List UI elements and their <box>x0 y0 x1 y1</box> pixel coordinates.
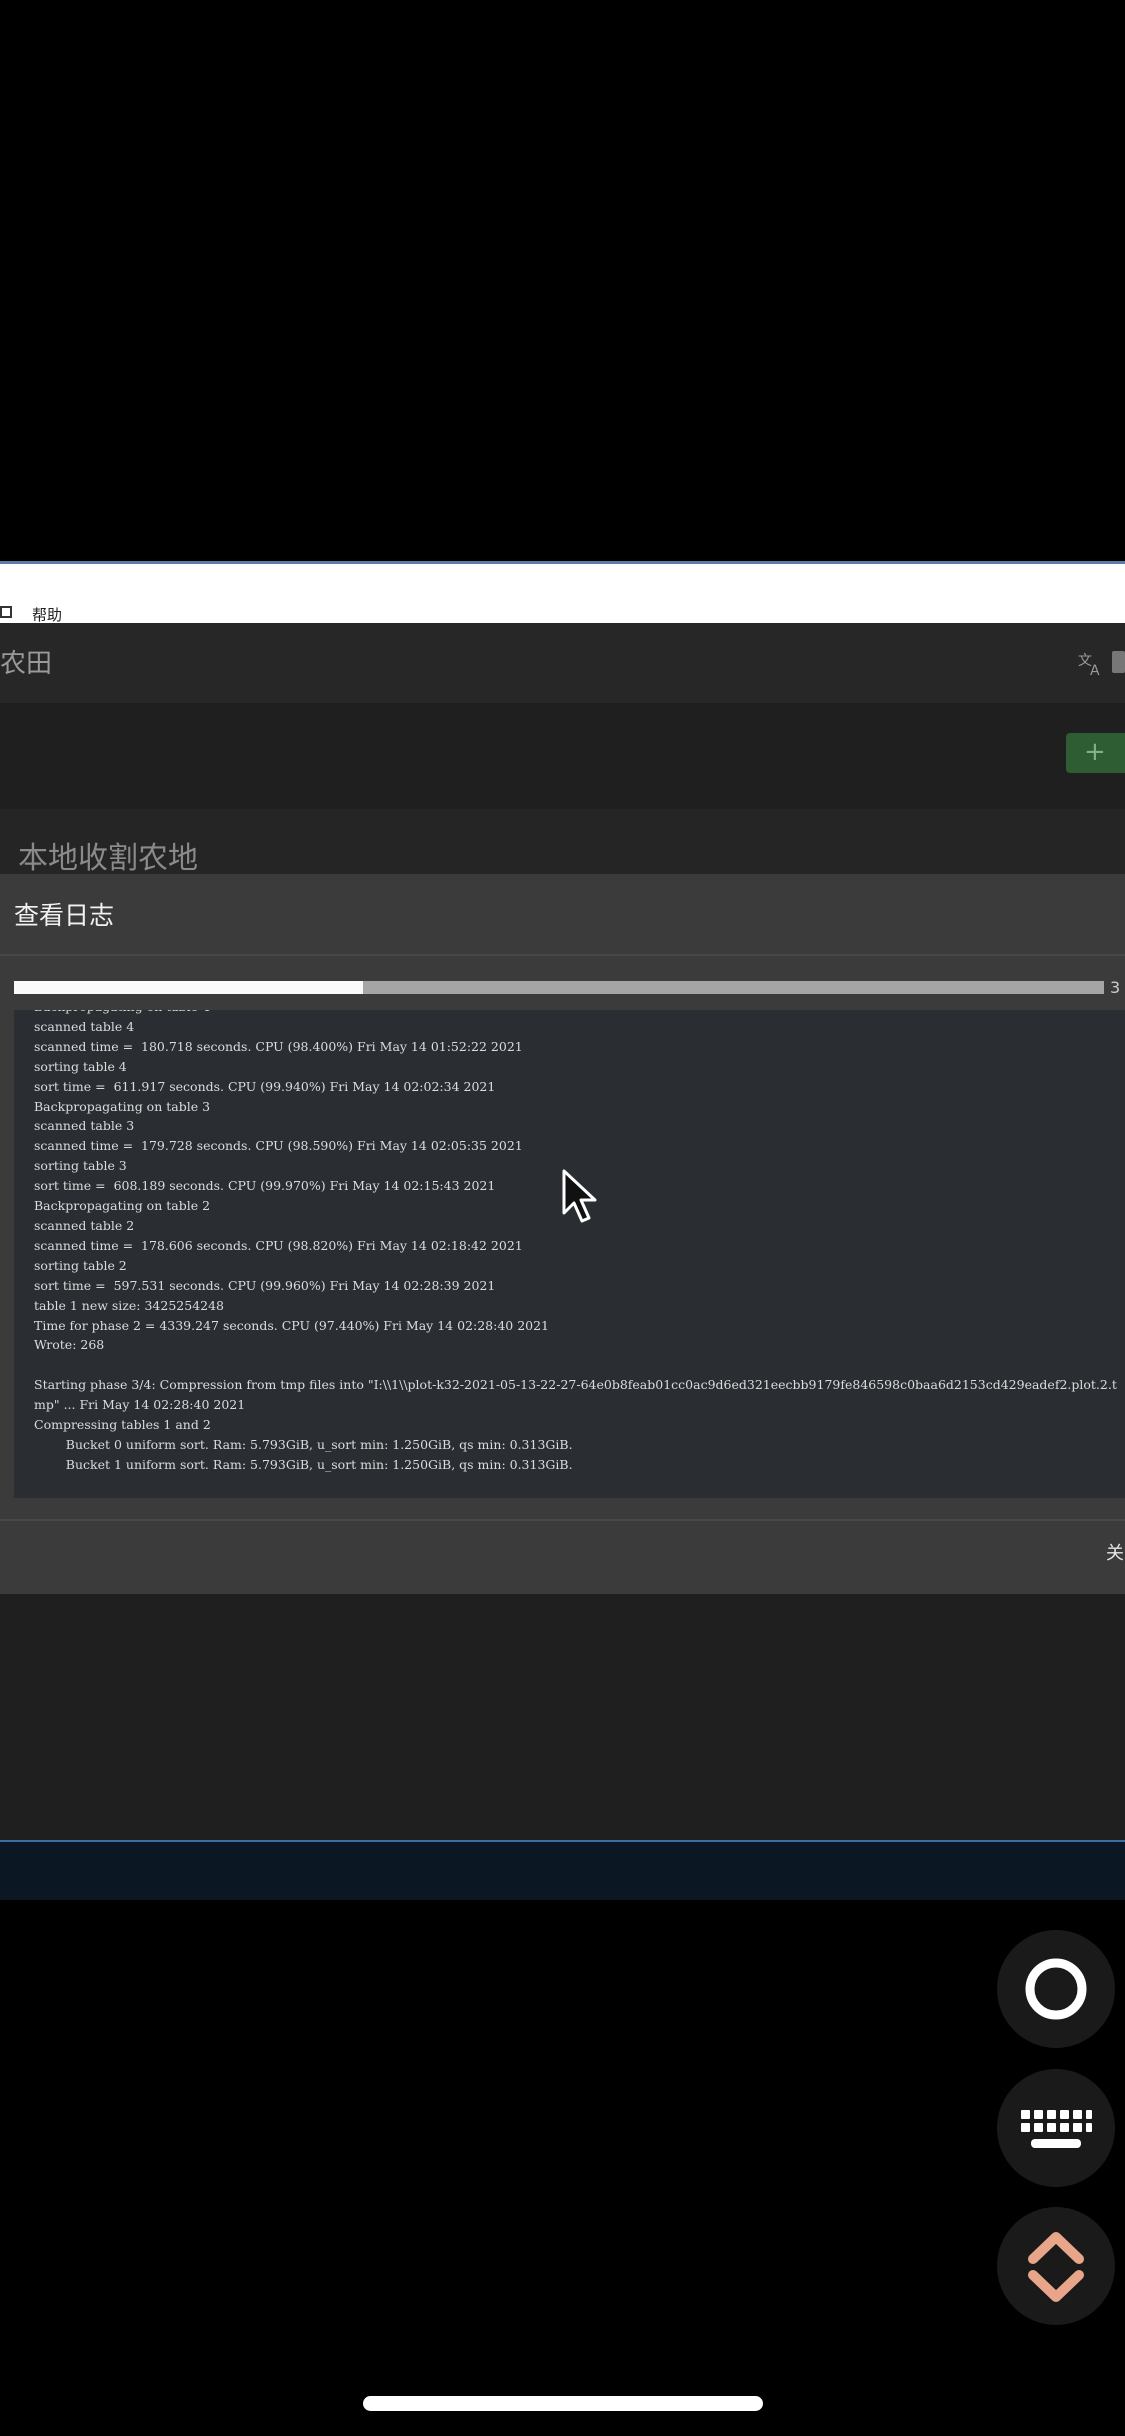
app-header: 农田 文 A <box>0 623 1125 703</box>
taskbar <box>0 1842 1125 1900</box>
keyboard-button[interactable] <box>997 2069 1115 2187</box>
menu-help[interactable]: 帮助 <box>32 604 62 625</box>
translate-icon[interactable]: 文 A <box>1078 649 1106 677</box>
remote-desktop-view[interactable]: 帮助 农田 文 A + 本地收割农地 查看日志 3 Backpropagatin… <box>0 561 1125 1900</box>
language-menu-edge[interactable] <box>1112 651 1125 673</box>
progress-bar <box>14 981 1104 994</box>
log-dialog: 查看日志 3 Backpropagating on table 4 scanne… <box>0 874 1125 1594</box>
close-button[interactable]: 关 <box>1106 1539 1124 1565</box>
divider <box>0 1519 1125 1521</box>
dialog-title: 查看日志 <box>14 901 115 930</box>
up-down-arrows-icon <box>1028 2232 1084 2302</box>
log-text: Backpropagating on table 4 scanned table… <box>34 1010 1117 1472</box>
app-title: 农田 <box>0 649 53 679</box>
scroll-arrows-button[interactable] <box>997 2207 1115 2325</box>
home-button[interactable] <box>997 1930 1115 2048</box>
mouse-cursor-icon <box>562 1169 597 1223</box>
divider <box>0 954 1125 956</box>
menu-bar: 帮助 <box>0 561 1125 625</box>
section-title: 本地收割农地 <box>18 841 198 876</box>
window-icon <box>0 606 12 618</box>
home-indicator[interactable] <box>363 2396 763 2411</box>
add-plot-button[interactable]: + <box>1066 733 1125 773</box>
log-output[interactable]: Backpropagating on table 4 scanned table… <box>14 1010 1125 1498</box>
svg-text:A: A <box>1090 663 1100 677</box>
add-button-label: + <box>1084 737 1106 767</box>
main-content: + 本地收割农地 查看日志 3 Backpropagating on table… <box>0 703 1125 1900</box>
progress-bar-fill <box>14 981 363 994</box>
circle-icon <box>1025 1958 1087 2020</box>
keyboard-icon <box>1021 2110 1092 2148</box>
progress-percent: 3 <box>1110 978 1121 997</box>
section-header: 本地收割农地 <box>0 809 1125 876</box>
